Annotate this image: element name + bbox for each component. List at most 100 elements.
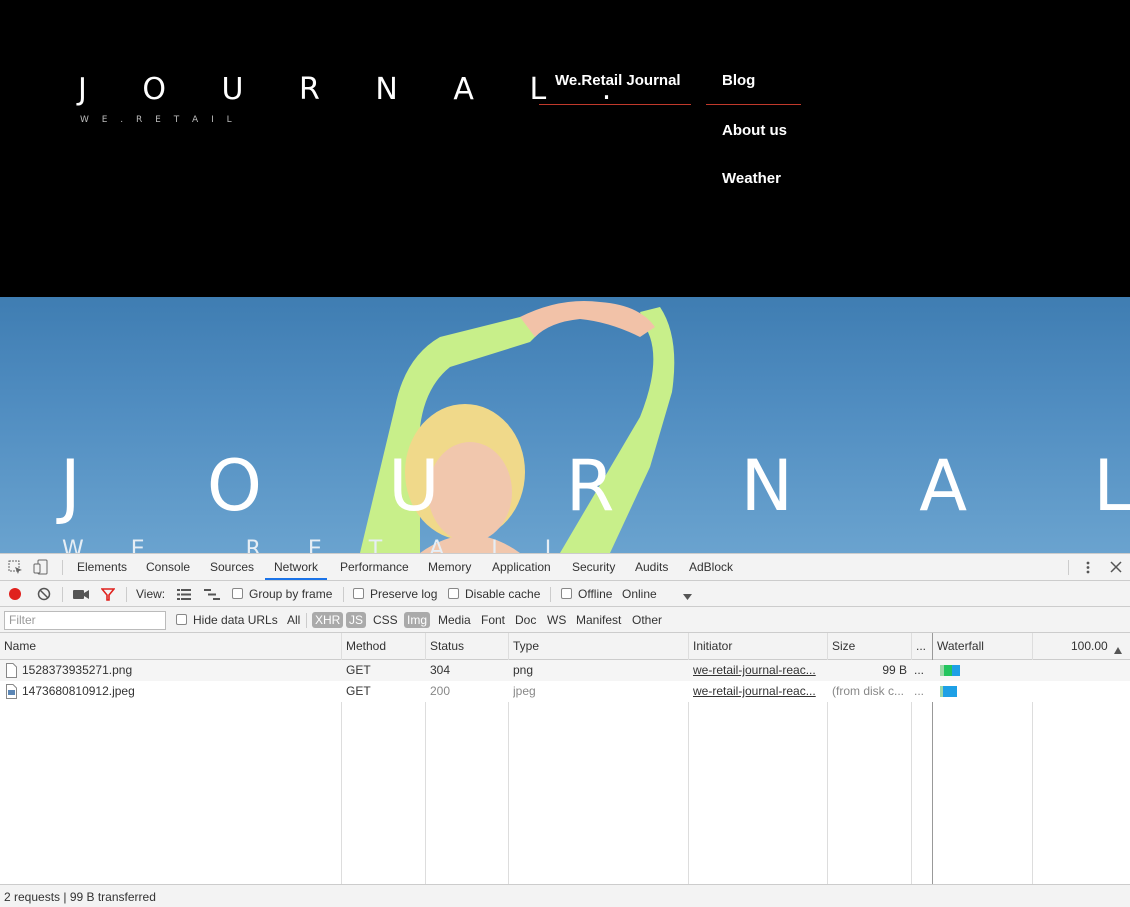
site-header: J O U R N A L . W E . R E T A I L We.Ret…: [0, 0, 1130, 297]
request-type: png: [513, 663, 534, 677]
screenshot-camera-icon[interactable]: [73, 589, 89, 603]
network-status-bar: 2 requests | 99 B transferred: [0, 884, 1130, 907]
large-rows-icon[interactable]: [177, 589, 191, 603]
view-label: View:: [136, 587, 166, 601]
hero-subtitle: W E . R E T A I L: [62, 537, 578, 553]
separator: [1068, 560, 1069, 575]
request-method: GET: [346, 663, 371, 677]
filter-type-manifest[interactable]: Manifest: [576, 607, 621, 633]
request-status: 304: [430, 663, 451, 677]
network-toolbar: View: Group by frame Preserve log Disabl…: [0, 581, 1130, 607]
inspect-element-icon[interactable]: [8, 560, 23, 578]
request-status: 200: [430, 684, 451, 698]
separator: [62, 560, 63, 575]
filter-type-ws[interactable]: WS: [547, 607, 566, 633]
preserve-log-checkbox[interactable]: [353, 588, 364, 599]
filter-input[interactable]: Filter: [4, 611, 166, 630]
more-options-icon[interactable]: [1083, 560, 1093, 578]
tab-adblock[interactable]: AdBlock: [689, 554, 733, 580]
device-toolbar-icon[interactable]: [33, 559, 49, 578]
column-header-size[interactable]: Size: [832, 633, 855, 660]
hero-banner: J O U R N A L . W E . R E T A I L: [0, 297, 1130, 553]
disable-cache-checkbox[interactable]: [448, 588, 459, 599]
column-header-status[interactable]: Status: [430, 633, 464, 660]
filter-funnel-icon[interactable]: [100, 588, 116, 604]
nav-underline: [706, 104, 801, 105]
request-time: ...: [914, 684, 925, 698]
offline-checkbox[interactable]: [561, 588, 572, 599]
site-logo[interactable]: J O U R N A L .: [78, 72, 634, 107]
separator: [126, 587, 127, 602]
filter-type-css[interactable]: CSS: [373, 607, 398, 633]
filter-type-font[interactable]: Font: [481, 607, 505, 633]
request-name: 1473680810912.jpeg: [22, 684, 135, 698]
devtools-panel: Elements Console Sources Network Perform…: [0, 553, 1130, 907]
tab-audits[interactable]: Audits: [635, 554, 668, 580]
column-header-name[interactable]: Name: [4, 633, 36, 660]
hide-data-urls-checkbox[interactable]: [176, 614, 187, 625]
waterfall-bar-download: [952, 665, 960, 676]
separator: [62, 587, 63, 602]
nav-item-blog[interactable]: Blog: [722, 72, 755, 89]
column-header-waterfall[interactable]: Waterfall: [937, 633, 984, 660]
table-row[interactable]: 1528373935271.png GET 304 png we-retail-…: [0, 660, 1130, 681]
waterfall-bar-ttfb: [944, 665, 952, 676]
column-header-type[interactable]: Type: [513, 633, 539, 660]
filter-type-media[interactable]: Media: [438, 607, 471, 633]
tab-console[interactable]: Console: [146, 554, 190, 580]
offline-label: Offline: [578, 587, 613, 601]
sort-ascending-icon[interactable]: [1114, 643, 1122, 657]
nav-item-weather[interactable]: Weather: [722, 170, 781, 187]
tab-security[interactable]: Security: [572, 554, 615, 580]
clear-icon[interactable]: [37, 587, 51, 604]
throttling-value: Online: [622, 587, 657, 601]
filter-type-doc[interactable]: Doc: [515, 607, 536, 633]
request-name: 1528373935271.png: [22, 663, 133, 677]
filter-type-img[interactable]: Img: [404, 612, 431, 628]
chevron-down-icon[interactable]: [683, 590, 692, 604]
filter-type-xhr[interactable]: XHR: [312, 612, 344, 628]
nav-item-we-retail-journal[interactable]: We.Retail Journal: [555, 72, 681, 89]
separator: [550, 587, 551, 602]
network-filter-bar: Filter Hide data URLs All XHR JS CSS Img…: [0, 607, 1130, 633]
table-row[interactable]: 1473680810912.jpeg GET 200 jpeg we-retai…: [0, 681, 1130, 702]
record-icon[interactable]: [8, 587, 22, 604]
site-logo-subtitle: W E . R E T A I L: [80, 115, 237, 125]
tab-network[interactable]: Network: [265, 554, 328, 580]
request-initiator-link[interactable]: we-retail-journal-reac...: [693, 681, 823, 702]
group-by-frame-label: Group by frame: [249, 587, 333, 601]
tab-elements[interactable]: Elements: [77, 554, 127, 580]
image-file-icon: [6, 684, 17, 702]
tab-performance[interactable]: Performance: [340, 554, 409, 580]
nav-underline: [539, 104, 691, 105]
hide-data-urls-label: Hide data URLs: [193, 613, 278, 627]
column-header-method[interactable]: Method: [346, 633, 386, 660]
request-method: GET: [346, 684, 371, 698]
request-initiator-link[interactable]: we-retail-journal-reac...: [693, 660, 823, 681]
tab-memory[interactable]: Memory: [428, 554, 471, 580]
group-by-frame-checkbox[interactable]: [232, 588, 243, 599]
tab-sources[interactable]: Sources: [210, 554, 254, 580]
request-size: (from disk c...: [832, 684, 905, 698]
request-type: jpeg: [513, 684, 536, 698]
waterfall-bar-download: [943, 686, 957, 697]
nav-item-about-us[interactable]: About us: [722, 122, 787, 139]
filter-type-all[interactable]: All: [287, 607, 300, 633]
waterfall-scale-label: 100.00: [1071, 639, 1108, 653]
preserve-log-label: Preserve log: [370, 587, 438, 601]
tab-application[interactable]: Application: [492, 554, 551, 580]
overview-waterfall-icon[interactable]: [204, 589, 220, 603]
column-header-time[interactable]: ...: [916, 633, 926, 660]
filter-type-other[interactable]: Other: [632, 607, 662, 633]
request-time: ...: [914, 663, 925, 677]
separator: [306, 613, 307, 628]
hero-title: J O U R N A L .: [60, 445, 1130, 527]
separator: [343, 587, 344, 602]
devtools-tab-bar: Elements Console Sources Network Perform…: [0, 554, 1130, 581]
column-header-initiator[interactable]: Initiator: [693, 633, 732, 660]
close-icon[interactable]: [1110, 561, 1122, 576]
filter-type-js[interactable]: JS: [346, 612, 367, 628]
disable-cache-label: Disable cache: [465, 587, 541, 601]
network-request-table: Name Method Status Type Initiator Size .…: [0, 633, 1130, 884]
website-viewport: J O U R N A L . W E . R E T A I L We.Ret…: [0, 0, 1130, 553]
